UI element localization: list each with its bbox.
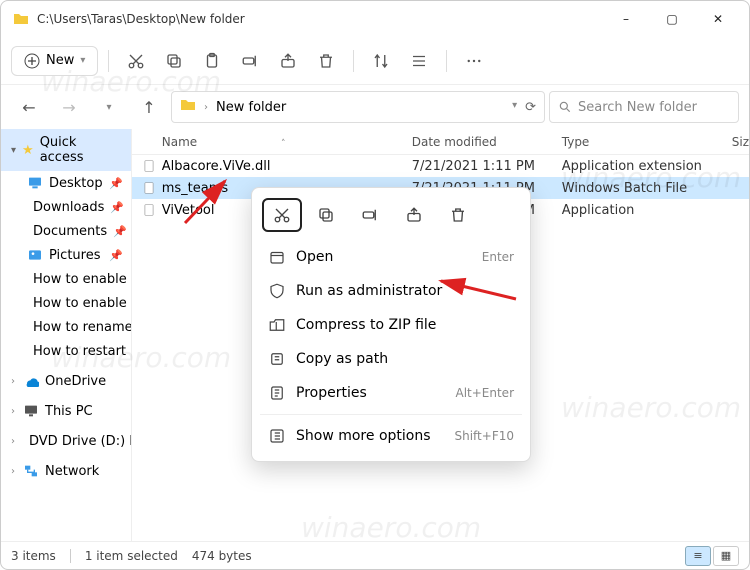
context-share-icon[interactable] [394, 198, 434, 232]
nav-pane: ▾ ★ Quick access Desktop📌Downloads📌Docum… [1, 129, 132, 541]
maximize-button[interactable]: ▢ [649, 3, 695, 35]
titlebar: C:\Users\Taras\Desktop\New folder – ▢ ✕ [1, 1, 749, 37]
star-icon: ★ [22, 143, 34, 158]
folder-icon [180, 97, 196, 117]
details-view-button[interactable]: ≡ [685, 546, 711, 566]
cut-icon[interactable] [119, 44, 153, 78]
command-bar: New ▾ [1, 37, 749, 85]
context-item[interactable]: Run as administrator [260, 274, 522, 308]
sidebar-item[interactable]: How to restart File E… [1, 339, 131, 363]
close-button[interactable]: ✕ [695, 3, 741, 35]
status-bar: 3 items 1 item selected 474 bytes ≡ ▦ [1, 541, 749, 569]
status-selection: 1 item selected [85, 549, 178, 563]
forward-button[interactable]: → [51, 89, 87, 125]
search-input[interactable]: Search New folder [549, 91, 739, 123]
copy-icon[interactable] [157, 44, 191, 78]
context-item[interactable]: Compress to ZIP file [260, 308, 522, 342]
sidebar-item[interactable]: Documents📌 [1, 219, 131, 243]
breadcrumb[interactable]: New folder [216, 100, 286, 115]
new-button[interactable]: New ▾ [11, 46, 98, 76]
minimize-button[interactable]: – [603, 3, 649, 35]
view-icon[interactable] [402, 44, 436, 78]
context-item[interactable]: PropertiesAlt+Enter [260, 376, 522, 410]
sort-icon[interactable] [364, 44, 398, 78]
sidebar-item[interactable]: Pictures📌 [1, 243, 131, 267]
context-copy-icon[interactable] [306, 198, 346, 232]
context-show-more[interactable]: Show more options Shift+F10 [260, 419, 522, 453]
address-bar[interactable]: › New folder ▾ ⟳ [171, 91, 545, 123]
back-button[interactable]: ← [11, 89, 47, 125]
icons-view-button[interactable]: ▦ [713, 546, 739, 566]
context-item[interactable]: OpenEnter [260, 240, 522, 274]
context-menu: OpenEnterRun as administratorCompress to… [251, 187, 531, 462]
chevron-right-icon: › [204, 102, 208, 113]
more-icon[interactable] [457, 44, 491, 78]
paste-icon[interactable] [195, 44, 229, 78]
share-icon[interactable] [271, 44, 305, 78]
up-button[interactable]: ↑ [131, 89, 167, 125]
sidebar-root-item[interactable]: ›This PC [1, 399, 131, 423]
window-title: C:\Users\Taras\Desktop\New folder [37, 12, 245, 26]
search-placeholder: Search New folder [578, 100, 697, 115]
sidebar-item[interactable]: Downloads📌 [1, 195, 131, 219]
nav-row: ← → ▾ ↑ › New folder ▾ ⟳ Search New fold… [1, 85, 749, 129]
recent-dropdown[interactable]: ▾ [91, 89, 127, 125]
chevron-down-icon[interactable]: ▾ [512, 100, 517, 115]
quick-access-header[interactable]: ▾ ★ Quick access [1, 129, 131, 171]
sidebar-item[interactable]: How to rename driv… [1, 315, 131, 339]
delete-icon[interactable] [309, 44, 343, 78]
status-size: 474 bytes [192, 549, 252, 563]
context-rename-icon[interactable] [350, 198, 390, 232]
file-row[interactable]: Albacore.ViVe.dll7/21/2021 1:11 PMApplic… [132, 155, 749, 177]
sidebar-root-item[interactable]: ›DVD Drive (D:) ESD-IS… [1, 429, 131, 453]
sidebar-item[interactable]: How to enable Nig… [1, 267, 131, 291]
sidebar-item[interactable]: Desktop📌 [1, 171, 131, 195]
refresh-button[interactable]: ⟳ [525, 100, 536, 115]
context-cut-icon[interactable] [262, 198, 302, 232]
context-delete-icon[interactable] [438, 198, 478, 232]
rename-icon[interactable] [233, 44, 267, 78]
column-headers[interactable]: Name ˄ Date modified Type Siz [132, 129, 749, 155]
sidebar-item[interactable]: How to enable or d… [1, 291, 131, 315]
context-item[interactable]: Copy as path [260, 342, 522, 376]
sidebar-root-item[interactable]: ›Network [1, 459, 131, 483]
folder-icon [13, 11, 29, 27]
sidebar-root-item[interactable]: ›OneDrive [1, 369, 131, 393]
status-count: 3 items [11, 549, 56, 563]
